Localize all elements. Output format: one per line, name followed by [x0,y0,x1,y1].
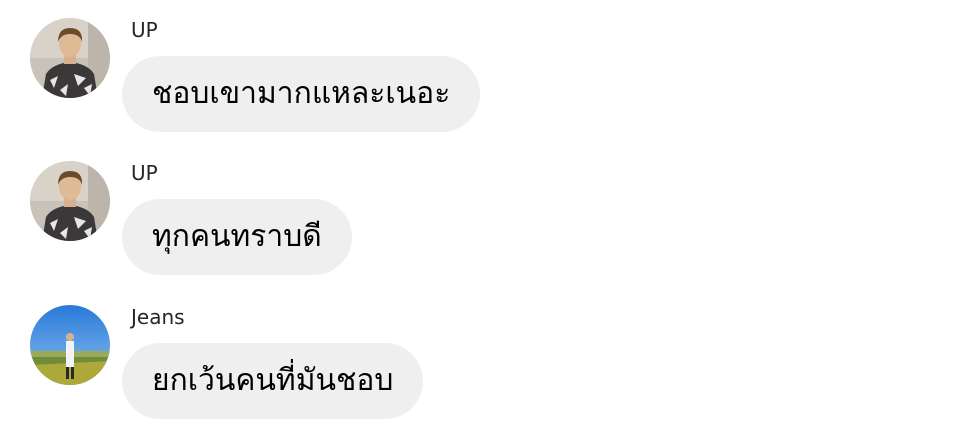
profile-photo-icon [30,18,110,98]
profile-photo-icon [30,161,110,241]
avatar[interactable] [30,161,110,241]
message-text: ทุกคนทราบดี [152,219,322,254]
sender-name: Jeans [131,305,185,329]
message-text: ชอบเขามากแหละเนอะ [152,76,451,111]
avatar[interactable] [30,18,110,98]
sender-name: UP [131,161,158,185]
message-group: Jeans ยกเว้นคนที่มันชอบ [0,287,966,427]
profile-photo-icon [30,305,110,385]
message-bubble[interactable]: ทุกคนทราบดี [122,199,352,275]
message-group: UP ทุกคนทราบดี [0,143,966,283]
message-bubble[interactable]: ชอบเขามากแหละเนอะ [122,56,481,132]
message-bubble[interactable]: ยกเว้นคนที่มันชอบ [122,343,424,419]
avatar[interactable] [30,305,110,385]
sender-name: UP [131,18,158,42]
message-group: UP ชอบเขามากแหละเนอะ [0,0,966,140]
message-text: ยกเว้นคนที่มันชอบ [152,363,394,398]
